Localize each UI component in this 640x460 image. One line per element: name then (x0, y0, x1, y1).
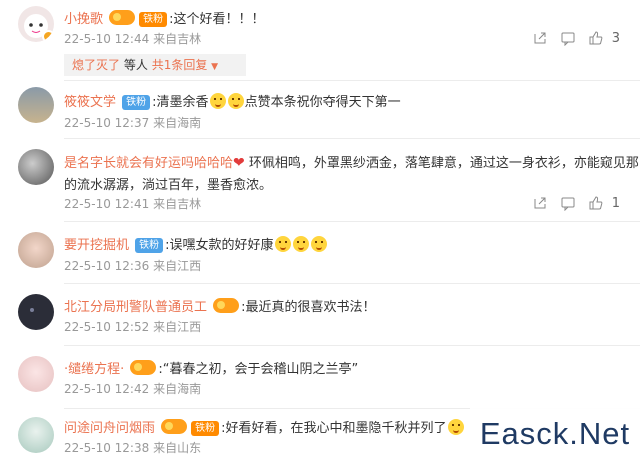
username[interactable]: 问途问舟问烟雨 (64, 421, 155, 436)
comment-icon[interactable] (554, 193, 582, 213)
verified-icon (42, 30, 54, 42)
member-badge-icon (130, 360, 157, 375)
fan-badge: 铁粉 (135, 238, 164, 253)
comment-meta: 22-5-10 12:41 来自吉林 (64, 197, 202, 211)
comment-item: ·缱绻方程· :“暮春之初，会于会稽山阴之兰亭” 22-5-10 12:42 来… (0, 346, 640, 408)
fan-badge: 铁粉 (139, 12, 168, 27)
like-count: 3 (611, 30, 620, 46)
member-badge-icon (161, 419, 188, 434)
avatar[interactable] (18, 232, 54, 268)
comment-text: 最近真的很喜欢书法！ (245, 300, 376, 315)
fan-badge: 铁粉 (122, 95, 151, 110)
emoji-icon (274, 236, 291, 252)
avatar[interactable] (18, 356, 54, 392)
share-icon[interactable] (526, 193, 554, 213)
avatar[interactable] (18, 417, 54, 453)
username[interactable]: 小挽歌 (64, 12, 103, 27)
username[interactable]: 筱筱文学 (64, 95, 116, 110)
like-icon[interactable] (582, 28, 610, 48)
comment-text: 点赞本条祝你夺得天下第一 (244, 95, 401, 110)
comment-meta: 22-5-10 12:38 来自山东 (64, 441, 202, 455)
comment-text: “暮春之初，会于会稽山阴之兰亭” (162, 362, 359, 377)
avatar[interactable] (18, 6, 54, 42)
emoji-icon (310, 236, 327, 252)
comment-meta: 22-5-10 12:36 来自江西 (64, 259, 202, 273)
comment-meta: 22-5-10 12:37 来自海南 (64, 116, 202, 130)
comment-text: 好看好看，在我心中和墨隐千秋并列了 (225, 421, 447, 436)
username[interactable]: ·缱绻方程· (64, 362, 124, 377)
username[interactable]: 要开挖掘机 (64, 238, 129, 253)
comment-text: 误嘿女款的好好康 (169, 238, 274, 253)
comment-meta: 22-5-10 12:42 来自海南 (64, 382, 202, 396)
watermark: Easck.Net (470, 408, 640, 460)
username[interactable]: 北江分局刑警队普通员工 (64, 300, 207, 315)
heart-icon: ❤ (233, 155, 245, 171)
avatar[interactable] (18, 149, 54, 185)
comment-item: 小挽歌 铁粉:这个好看！！！ 22-5-10 12:44 来自吉林 3 熄了灭了… (0, 0, 640, 80)
avatar[interactable] (18, 294, 54, 330)
emoji-icon (209, 93, 226, 109)
chevron-down-icon: ▼ (211, 62, 219, 72)
emoji-icon (292, 236, 309, 252)
share-icon[interactable] (526, 28, 554, 48)
emoji-icon (227, 93, 244, 109)
comment-icon[interactable] (554, 28, 582, 48)
reply-summary[interactable]: 熄了灭了 等人 共1条回复 ▼ (64, 54, 246, 76)
comment-meta: 22-5-10 12:44 来自吉林 (64, 32, 202, 46)
emoji-icon (447, 419, 464, 435)
like-count: 1 (611, 195, 620, 211)
comment-text: 环佩相鸣，外罩黑纱洒金，落笔肆意，通过这一身衣衫，亦能窥见那日 (248, 156, 640, 171)
comment-text: 的流水潺潺，淌过百年，墨香愈浓。 (64, 178, 273, 193)
fan-badge: 铁粉 (191, 421, 220, 436)
avatar[interactable] (18, 87, 54, 123)
comment-item: 要开挖掘机 铁粉:误嘿女款的好好康 22-5-10 12:36 来自江西 (0, 222, 640, 282)
member-badge-icon (109, 10, 136, 25)
comment-item: 北江分局刑警队普通员工 :最近真的很喜欢书法！ 22-5-10 12:52 来自… (0, 284, 640, 344)
comment-item: 是名字长就会有好运吗哈哈哈❤ 环佩相鸣，外罩黑纱洒金，落笔肆意，通过这一身衣衫，… (0, 139, 640, 221)
comment-text: 清墨余香 (156, 95, 209, 110)
comment-meta: 22-5-10 12:52 来自江西 (64, 320, 202, 334)
member-badge-icon (213, 298, 240, 313)
comment-text: 这个好看！！！ (173, 12, 265, 27)
like-icon[interactable] (582, 193, 610, 213)
username[interactable]: 是名字长就会有好运吗哈哈哈 (64, 156, 233, 171)
comment-item: 筱筱文学 铁粉:清墨余香 点赞本条祝你夺得天下第一 22-5-10 12:37 来… (0, 81, 640, 138)
